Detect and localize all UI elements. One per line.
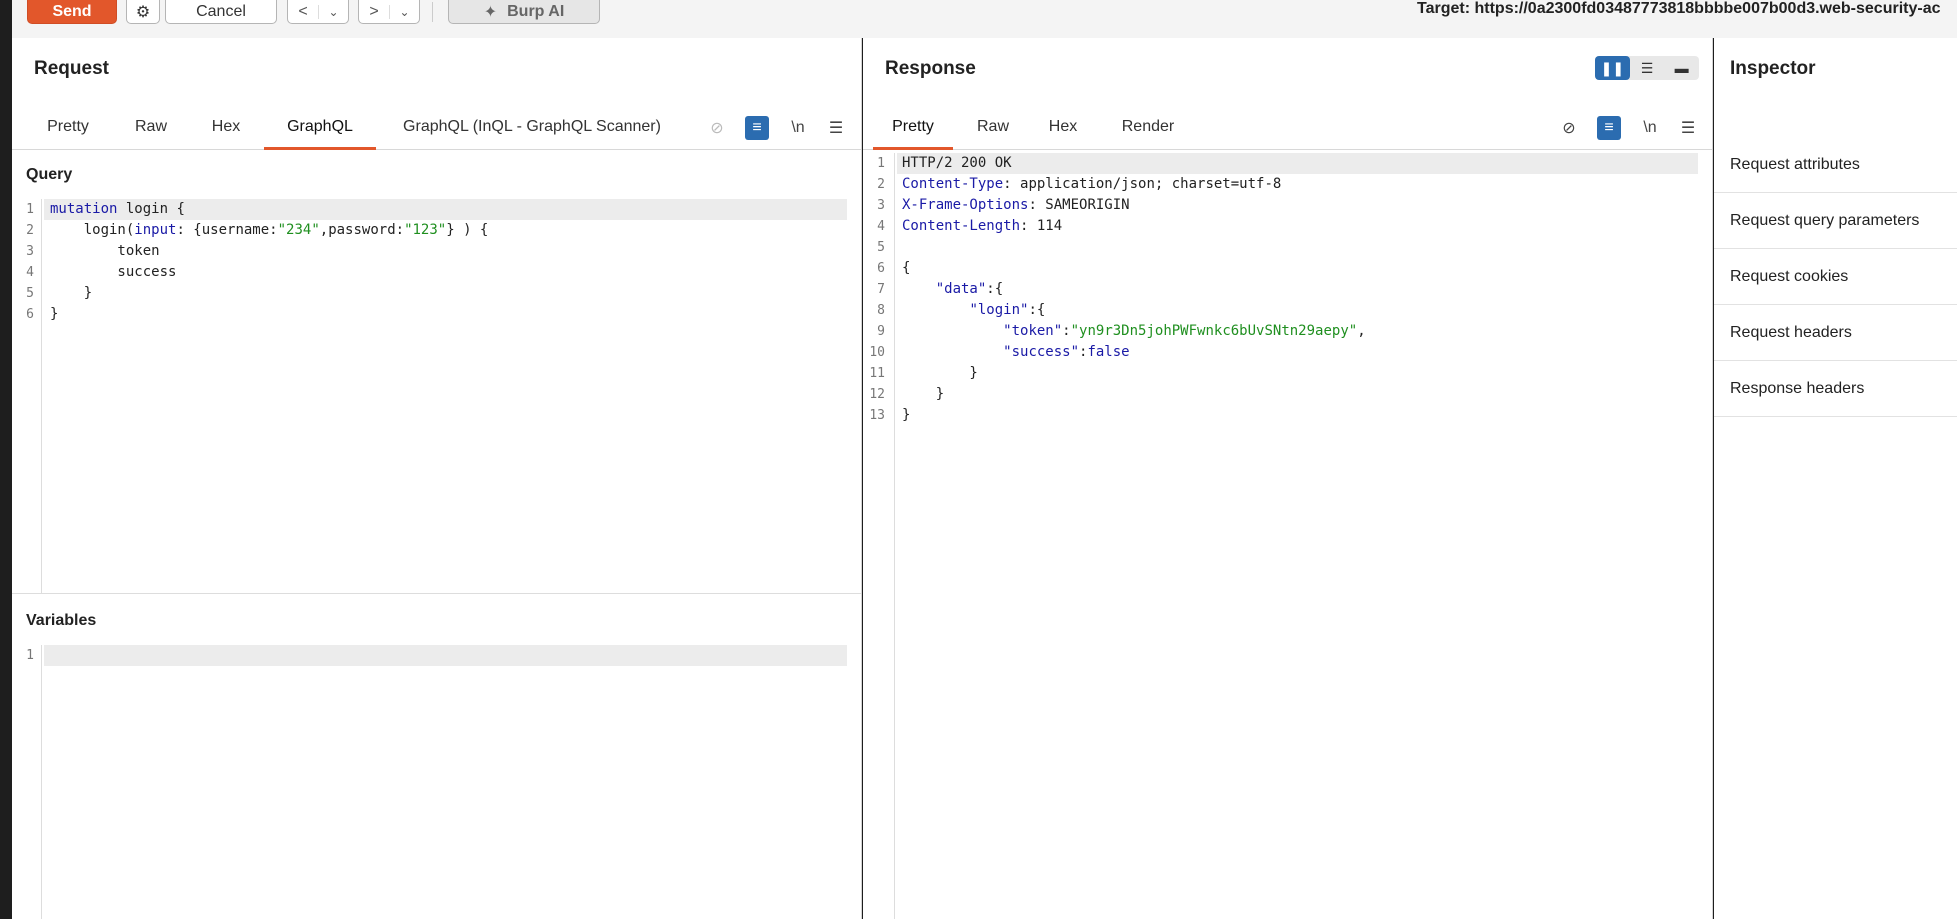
request-tabs: Pretty Raw Hex GraphQL GraphQL (InQL - G… [12,104,861,150]
inspector-item-request-headers[interactable]: Request headers [1714,305,1957,361]
chevron-left-icon[interactable]: < [288,3,318,21]
chevron-down-icon[interactable]: ⌄ [389,4,419,19]
tab-hex[interactable]: Hex [1031,104,1095,150]
code-line: 5 } [26,285,93,301]
sparkle-icon: ✦ [483,3,498,21]
code-line: 2 login(input: {username:"234",password:… [26,222,489,238]
code-line: 12 } [869,386,945,402]
query-label: Query [26,166,73,183]
code-line: 1 mutation login { [12,199,861,220]
tab-pretty[interactable]: Pretty [22,104,114,150]
response-pane: Response ❚❚ ☰ ▬ Pretty Raw Hex Render ⊘ … [863,38,1713,919]
layout-toggle[interactable]: ❚❚ ☰ ▬ [1595,56,1699,80]
request-title: Request [34,58,109,79]
code-line: 1 [12,645,861,666]
code-line: 7 "data":{ [877,281,1004,297]
code-line: 6{ [877,260,911,276]
forward-nav-button[interactable]: > ⌄ [358,0,420,24]
wrap-icon[interactable]: ≡ [1597,116,1621,140]
burp-ai-button[interactable]: ✦ Burp AI [448,0,600,24]
tab-raw[interactable]: Raw [961,104,1025,150]
cancel-button[interactable]: Cancel [165,0,277,24]
newline-toggle[interactable]: \n [1638,116,1662,140]
code-line: 8 "login":{ [877,302,1046,318]
chevron-down-icon[interactable]: ⌄ [318,4,348,19]
code-line: 2 Content-Type: application/json; charset… [877,176,1282,192]
code-line: 3 token [26,243,160,259]
code-line: 5 [877,240,885,255]
hide-icon[interactable]: ⊘ [1557,116,1581,140]
tab-render[interactable]: Render [1103,104,1193,150]
line-gutter [12,645,42,919]
settings-button[interactable]: ⚙ [126,0,160,24]
code-line: 4 Content-Length: 114 [877,218,1063,234]
variables-label: Variables [26,612,97,629]
inspector-item-request-attributes[interactable]: Request attributes [1714,137,1957,193]
code-line: 4 success [26,264,177,280]
menu-icon[interactable]: ☰ [1676,116,1700,140]
code-line: 6} [26,306,59,322]
request-pane: Request Pretty Raw Hex GraphQL GraphQL (… [12,38,862,919]
tab-pretty[interactable]: Pretty [873,104,953,150]
split-horizontal-icon[interactable]: ❚❚ [1595,56,1630,80]
wrap-icon[interactable]: ≡ [745,116,769,140]
code-line: 11 } [869,365,978,381]
single-pane-icon[interactable]: ▬ [1664,56,1699,80]
burp-ai-label: Burp AI [507,2,565,20]
chevron-right-icon[interactable]: > [359,3,389,21]
code-line: 10 "success":false [869,344,1130,360]
tab-graphql[interactable]: GraphQL [264,104,376,150]
split-vertical-icon[interactable]: ☰ [1630,56,1665,80]
hide-icon[interactable]: ⊘ [705,116,729,140]
response-editor[interactable]: 1 HTTP/2 200 OK 2 Content-Type: applicatio… [863,153,1712,919]
toolbar-divider [432,2,433,22]
response-title: Response [885,58,976,79]
response-tabs: Pretty Raw Hex Render ⊘ ≡ \n ☰ [863,104,1712,150]
query-editor[interactable]: 1 mutation login { 2 login(input: {userna… [12,199,861,593]
code-line: 1 HTTP/2 200 OK [863,153,1712,174]
top-toolbar: Send ⚙ Cancel < ⌄ > ⌄ ✦ Burp AI Target: … [12,0,1957,38]
inspector-title: Inspector [1730,58,1816,79]
inspector-pane: Inspector Request attributes Request que… [1714,38,1957,919]
back-nav-button[interactable]: < ⌄ [287,0,349,24]
gear-icon: ⚙ [135,3,151,21]
tab-hex[interactable]: Hex [188,104,264,150]
tab-graphql-inql[interactable]: GraphQL (InQL - GraphQL Scanner) [386,104,678,150]
inspector-item-request-cookies[interactable]: Request cookies [1714,249,1957,305]
variables-editor[interactable]: 1 [12,645,861,919]
newline-toggle[interactable]: \n [786,116,810,140]
code-line: 13} [869,407,911,423]
code-line: 3 X-Frame-Options: SAMEORIGIN [877,197,1130,213]
tab-raw[interactable]: Raw [114,104,188,150]
inspector-item-response-headers[interactable]: Response headers [1714,361,1957,417]
query-variables-divider[interactable] [12,593,861,594]
inspector-item-request-query-parameters[interactable]: Request query parameters [1714,193,1957,249]
code-line: 9 "token":"yn9r3Dn5johPWFwnkc6bUvSNtn29a… [877,323,1366,339]
send-button[interactable]: Send [27,0,117,24]
menu-icon[interactable]: ☰ [824,116,848,140]
target-url[interactable]: Target: https://0a2300fd03487773818bbbbe… [1417,0,1957,20]
